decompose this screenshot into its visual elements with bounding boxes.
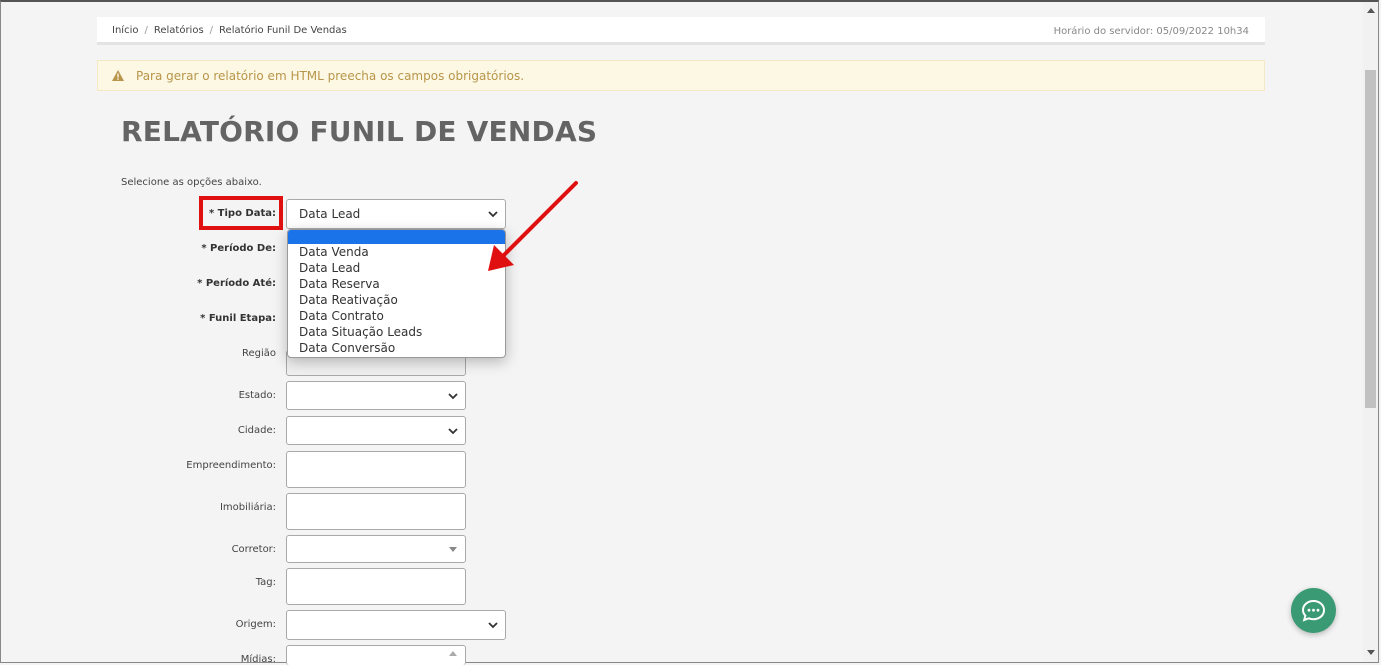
origem-select[interactable] [286,610,506,640]
empreendimento-label: Empreendimento: [186,460,276,471]
chevron-down-icon [448,393,458,400]
empreendimento-multiselect[interactable] [286,451,466,488]
tipo-data-value: Data Lead [299,207,361,221]
periodo-de-label: * Período De: [201,243,276,254]
breadcrumb: Início / Relatórios / Relatório Funil De Ven… [112,25,347,36]
page-scrollbar[interactable] [1363,2,1378,662]
breadcrumb-inicio[interactable]: Início [112,25,138,36]
tipo-data-select[interactable]: Data Lead [286,199,506,229]
warning-icon [112,70,124,81]
window-frame [0,0,1379,663]
scrollbar-thumb[interactable] [1365,70,1376,408]
alert-message: Para gerar o relatório em HTML preecha o… [136,69,525,83]
dropdown-option[interactable]: Data Reserva [288,276,505,292]
warning-alert: Para gerar o relatório em HTML preecha o… [97,60,1265,91]
corretor-select[interactable] [286,535,466,563]
breadcrumb-separator: / [209,25,214,36]
dropdown-option[interactable]: Data Situação Leads [288,324,505,340]
dropdown-option[interactable]: Data Lead [288,260,505,276]
estado-label: Estado: [238,390,276,401]
regiao-label: Região [241,348,276,359]
chat-bubble-icon [1301,599,1326,622]
origem-label: Origem: [235,619,276,630]
dropdown-option[interactable]: Data Conversão [288,340,505,356]
scroll-up-icon[interactable] [1367,8,1375,13]
breadcrumb-current: Relatório Funil De Vendas [219,25,347,36]
dropdown-option[interactable]: Data Contrato [288,308,505,324]
dropdown-option[interactable]: Data Venda [288,244,505,260]
scroll-up-icon[interactable] [449,651,457,656]
corretor-label: Corretor: [231,544,276,555]
page-subtitle: Selecione as opções abaixo. [121,177,262,188]
breadcrumb-separator: / [144,25,148,36]
tag-label: Tag: [255,577,276,588]
imobiliaria-multiselect[interactable] [286,493,466,530]
tipo-data-dropdown[interactable]: Data Venda Data Lead Data Reserva Data R… [287,229,506,358]
cidade-label: Cidade: [237,425,276,436]
dropdown-option-empty[interactable] [288,230,505,244]
imobiliaria-label: Imobiliária: [219,502,276,513]
cidade-select[interactable] [286,416,466,445]
annotation-arrow [488,181,578,271]
server-time: Horário do servidor: 05/09/2022 10h34 [1053,26,1249,37]
periodo-ate-label: * Período Até: [197,278,276,289]
estado-select[interactable] [286,381,466,410]
funil-etapa-label: * Funil Etapa: [200,313,276,324]
chevron-down-icon [448,428,458,435]
page-title: RELATÓRIO FUNIL DE VENDAS [121,115,598,148]
tag-multiselect[interactable] [286,568,466,605]
scroll-down-icon[interactable] [1367,650,1375,655]
breadcrumb-bar: Início / Relatórios / Relatório Funil De Ven… [97,17,1265,45]
chat-button[interactable] [1291,588,1336,633]
chevron-down-icon [488,622,498,629]
midias-listbox[interactable] [286,645,466,665]
midias-label: Mídias: [240,654,276,665]
breadcrumb-relatorios[interactable]: Relatórios [154,25,204,36]
dropdown-option[interactable]: Data Reativação [288,292,505,308]
caret-down-icon [449,547,457,552]
highlight-box [199,196,283,230]
